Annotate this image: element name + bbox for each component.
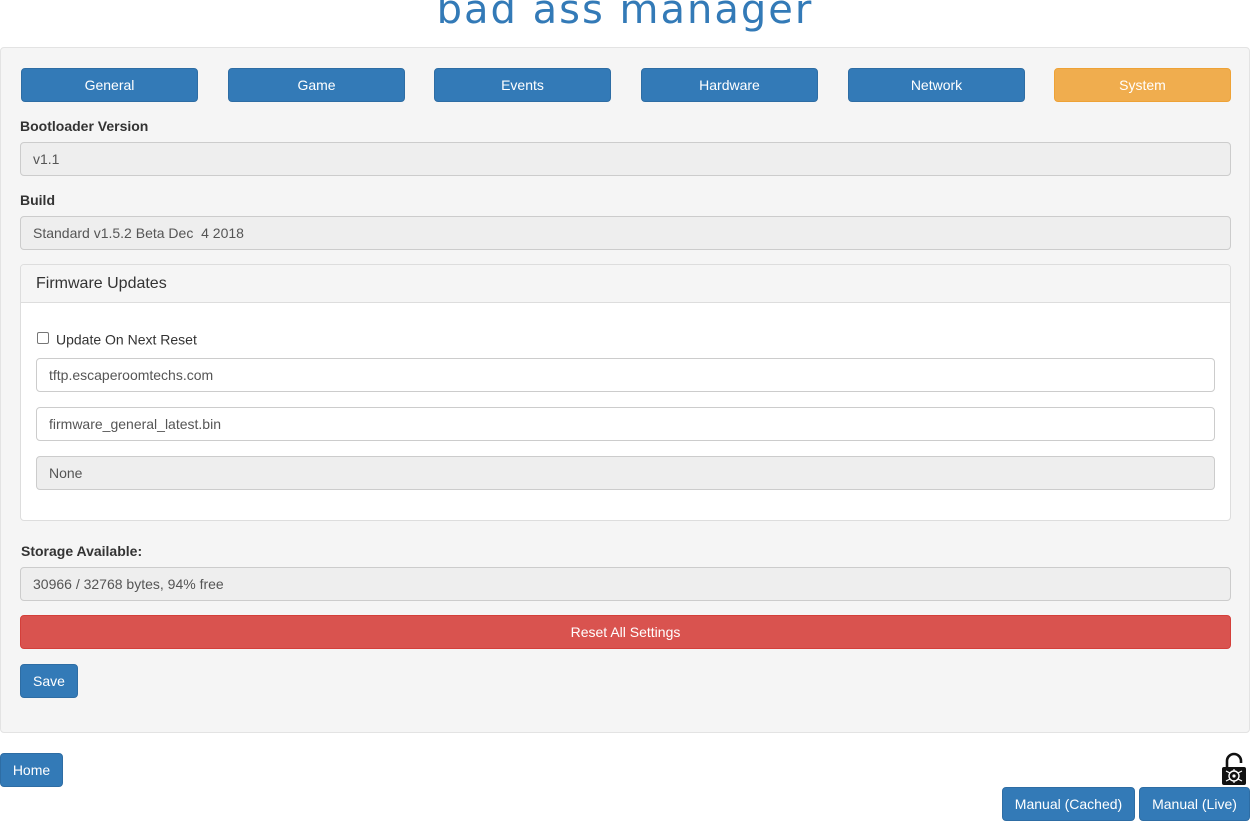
update-on-next-reset-label: Update On Next Reset (56, 331, 197, 348)
update-on-next-reset-row[interactable]: Update On Next Reset (37, 330, 197, 348)
firmware-updates-section: Firmware Updates Update On Next Reset tf… (20, 264, 1231, 521)
update-on-next-reset-checkbox[interactable] (37, 332, 49, 345)
build-field[interactable]: Standard v1.5.2 Beta Dec 4 2018 (20, 216, 1231, 250)
tab-general[interactable]: General (21, 68, 198, 102)
app-logo: bad ass manager (436, 0, 814, 33)
tab-system[interactable]: System (1054, 68, 1231, 102)
tab-hardware[interactable]: Hardware (641, 68, 818, 102)
reset-all-settings-button[interactable]: Reset All Settings (20, 615, 1231, 649)
manual-cached-button[interactable]: Manual (Cached) (1002, 787, 1135, 821)
build-label: Build (20, 192, 55, 208)
firmware-updates-title: Firmware Updates (21, 265, 1230, 303)
tab-events[interactable]: Events (434, 68, 611, 102)
storage-available-label: Storage Available: (21, 543, 143, 559)
firmware-status-field: None (36, 456, 1215, 490)
tab-bar: General Game Events Hardware Network Sys… (21, 68, 1231, 102)
bootloader-version-field[interactable]: v1.1 (20, 142, 1231, 176)
manual-live-button[interactable]: Manual (Live) (1139, 787, 1250, 821)
padlock-open-icon[interactable] (1221, 752, 1247, 786)
storage-available-field[interactable]: 30966 / 32768 bytes, 94% free (20, 567, 1231, 601)
tab-game[interactable]: Game (228, 68, 405, 102)
firmware-filename-input[interactable]: firmware_general_latest.bin (36, 407, 1215, 441)
tab-network[interactable]: Network (848, 68, 1025, 102)
save-button[interactable]: Save (20, 664, 78, 698)
settings-panel: General Game Events Hardware Network Sys… (0, 47, 1250, 733)
bootloader-version-label: Bootloader Version (20, 118, 149, 134)
tftp-server-input[interactable]: tftp.escaperoomtechs.com (36, 358, 1215, 392)
home-button[interactable]: Home (0, 753, 63, 787)
